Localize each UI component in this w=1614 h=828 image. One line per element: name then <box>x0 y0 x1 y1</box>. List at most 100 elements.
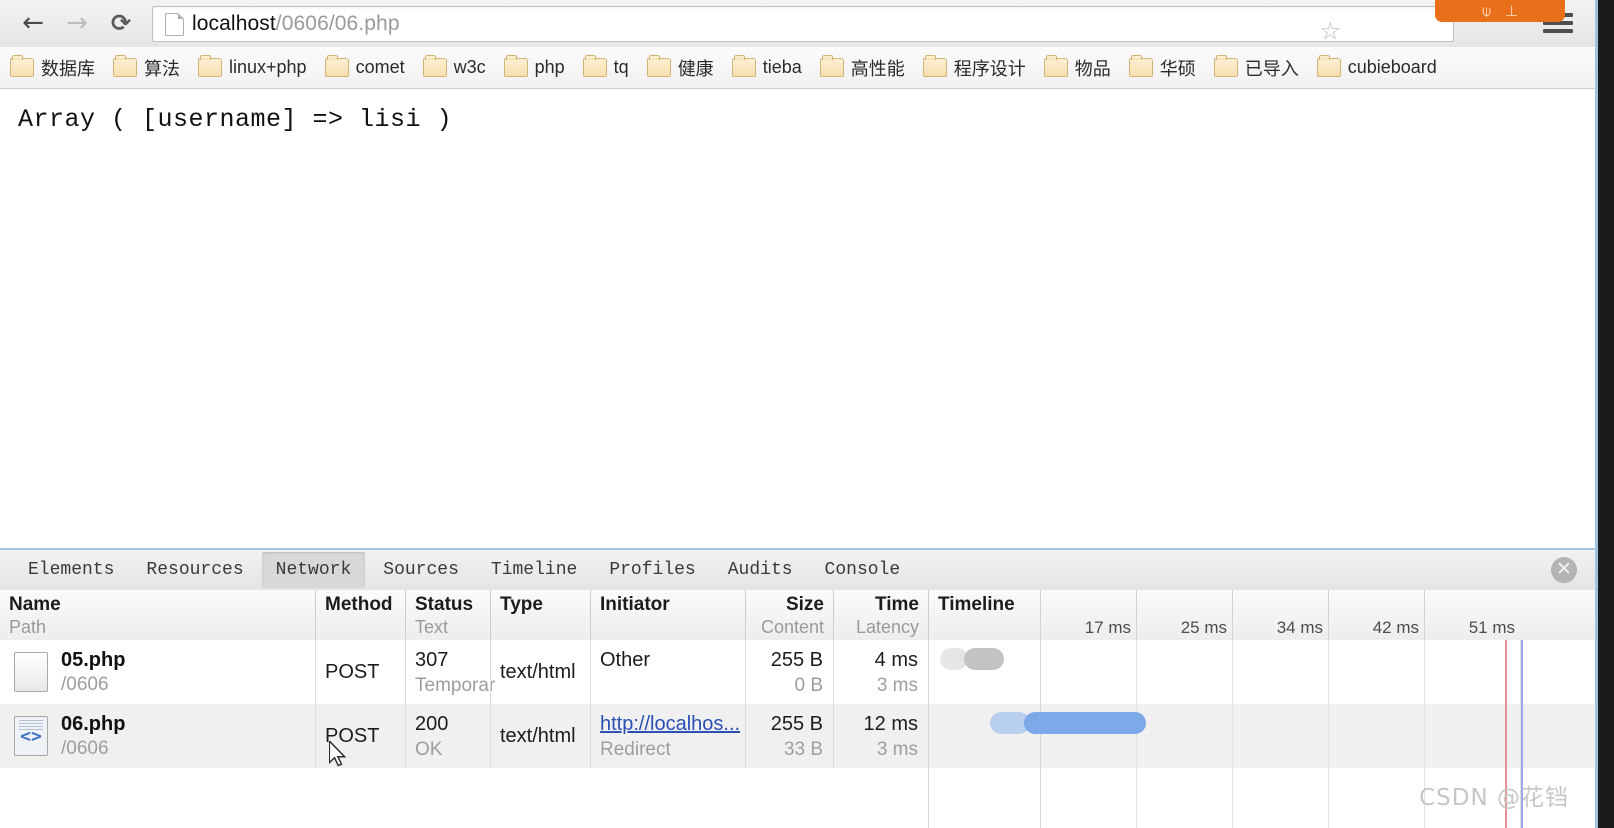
network-table: Name Path Method Status Text Type Initiator Siz… <box>0 590 1595 828</box>
bookmark-label: 算法 <box>144 58 180 79</box>
devtools-tab-elements[interactable]: Elements <box>14 552 128 588</box>
reload-icon[interactable]: ⟳ <box>106 8 136 38</box>
row-initiator-value[interactable]: http://localhos... <box>591 711 745 737</box>
row-filepath: /0606 <box>61 737 109 759</box>
bookmark-item-8[interactable]: tieba <box>731 55 802 78</box>
table-row[interactable]: 05.php/0606 POST 307 Temporar text/html Other… <box>0 640 1595 704</box>
column-header-initiator[interactable]: Initiator <box>590 590 745 640</box>
row-type-value: text/html <box>500 660 576 683</box>
column-header-primary: Initiator <box>600 594 670 615</box>
folder-icon <box>1213 55 1238 77</box>
address-bar[interactable]: localhost/0606/06.php ☆ <box>152 6 1454 43</box>
bookmark-item-6[interactable]: tq <box>582 55 629 78</box>
column-header-size[interactable]: Size Content <box>745 590 833 640</box>
devtools-tab-network[interactable]: Network <box>261 552 366 588</box>
row-size-sub: 0 B <box>794 675 823 696</box>
timeline-tick-2: 34 ms <box>1232 590 1328 640</box>
timeline-tick-label: 25 ms <box>1180 618 1227 637</box>
row-time-value: 12 ms <box>863 713 918 735</box>
row-method: POST <box>315 640 405 704</box>
folder-icon <box>1128 55 1153 77</box>
folder-icon <box>731 55 756 77</box>
devtools-tab-sources[interactable]: Sources <box>369 552 473 588</box>
row-time-sub: 3 ms <box>876 739 918 760</box>
column-header-primary: Size <box>785 594 824 615</box>
devtools-tab-resources[interactable]: Resources <box>132 552 257 588</box>
document-icon <box>165 12 184 36</box>
row-status-value: 200 <box>415 713 449 735</box>
close-icon[interactable]: ✕ <box>1551 557 1577 583</box>
devtools-tab-console[interactable]: Console <box>811 552 915 588</box>
back-icon[interactable]: ← <box>18 8 48 38</box>
column-header-type[interactable]: Type <box>490 590 590 640</box>
row-name-cell[interactable]: <> 06.php/0606 <box>0 704 315 768</box>
bookmark-item-11[interactable]: 物品 <box>1043 55 1111 81</box>
bookmark-label: tieba <box>762 57 802 77</box>
devtools-panel: Elements Resources Network Sources Timeline P… <box>0 548 1595 828</box>
network-table-header: Name Path Method Status Text Type Initiator Siz… <box>0 590 1595 641</box>
devtools-tab-profiles[interactable]: Profiles <box>595 552 709 588</box>
column-header-timeline[interactable]: Timeline <box>928 590 1040 640</box>
column-header-secondary: Text <box>415 617 449 637</box>
timeline-tick-3: 42 ms <box>1328 590 1424 640</box>
bookmark-item-0[interactable]: 数据库 <box>10 55 95 81</box>
orange-flyout-panel[interactable]: ⍦ ⊥ <box>1435 0 1565 22</box>
row-initiator-sub: Redirect <box>600 739 671 760</box>
timeline-tick-label: 17 ms <box>1084 618 1131 637</box>
row-initiator-value: Other <box>600 649 651 671</box>
row-filepath: /0606 <box>61 673 109 695</box>
menu-line <box>1543 29 1573 33</box>
row-status: 307 Temporar <box>405 640 495 704</box>
bookmark-label: 程序设计 <box>953 58 1026 79</box>
flyout-icon-left: ⍦ <box>1481 2 1491 20</box>
timeline-tick-1: 25 ms <box>1136 590 1232 640</box>
devtools-tab-timeline[interactable]: Timeline <box>477 552 591 588</box>
row-time-sub: 3 ms <box>876 675 918 696</box>
bookmark-item-9[interactable]: 高性能 <box>819 55 905 81</box>
bookmark-item-10[interactable]: 程序设计 <box>922 55 1026 81</box>
folder-icon <box>113 55 137 77</box>
column-header-method[interactable]: Method <box>315 590 405 640</box>
bookmark-item-2[interactable]: linux+php <box>198 55 307 78</box>
folder-icon <box>1043 55 1068 77</box>
url-host: localhost <box>192 12 276 35</box>
page-viewport: Array ( [username] => lisi ) <box>0 89 1595 548</box>
bookmark-label: 数据库 <box>41 58 95 79</box>
bookmark-item-7[interactable]: 健康 <box>646 55 714 81</box>
row-type: text/html <box>490 704 590 768</box>
forward-icon[interactable]: → <box>62 8 92 38</box>
bookmark-item-3[interactable]: comet <box>324 55 405 78</box>
star-icon[interactable]: ☆ <box>1319 19 1341 43</box>
bookmark-item-5[interactable]: php <box>503 55 565 78</box>
row-filename: 06.php <box>61 712 126 735</box>
row-size-sub: 33 B <box>783 739 823 760</box>
row-time: 12 ms 3 ms <box>833 704 928 768</box>
browser-window: ← → ⟳ localhost/0606/06.php ☆ ⍦ ⊥ 数据库 算法 l… <box>0 0 1598 828</box>
bookmark-label: 物品 <box>1074 58 1111 79</box>
bookmark-label: cubieboard <box>1347 57 1437 77</box>
bookmark-item-13[interactable]: 已导入 <box>1213 55 1299 81</box>
column-header-name[interactable]: Name Path <box>0 590 315 640</box>
bookmark-item-1[interactable]: 算法 <box>113 55 180 81</box>
column-header-status[interactable]: Status Text <box>405 590 490 640</box>
table-row[interactable]: <> 06.php/0606 POST 200 OK text/html http://lo… <box>0 704 1595 768</box>
code-document-icon: <> <box>14 716 48 756</box>
bookmark-label: php <box>534 57 565 77</box>
bookmark-item-4[interactable]: w3c <box>422 55 486 78</box>
column-header-primary: Name <box>9 594 61 615</box>
timeline-tick-label: 51 ms <box>1468 618 1515 637</box>
bookmark-item-14[interactable]: cubieboard <box>1316 55 1437 78</box>
mouse-cursor <box>329 741 347 767</box>
row-name-cell[interactable]: 05.php/0606 <box>0 640 315 704</box>
url-text: localhost/0606/06.php <box>192 12 400 36</box>
row-initiator: Other <box>590 640 745 704</box>
page-output-text: Array ( [username] => lisi ) <box>18 105 453 134</box>
timeline-tick-label: 34 ms <box>1276 618 1323 637</box>
devtools-tab-audits[interactable]: Audits <box>714 552 807 588</box>
bookmark-item-12[interactable]: 华硕 <box>1128 55 1196 81</box>
column-header-primary: Method <box>325 594 393 615</box>
column-header-secondary: Latency <box>855 617 919 637</box>
folder-icon <box>422 55 447 77</box>
column-header-time[interactable]: Time Latency <box>833 590 928 640</box>
timeline-tick-4: 51 ms <box>1424 590 1520 640</box>
